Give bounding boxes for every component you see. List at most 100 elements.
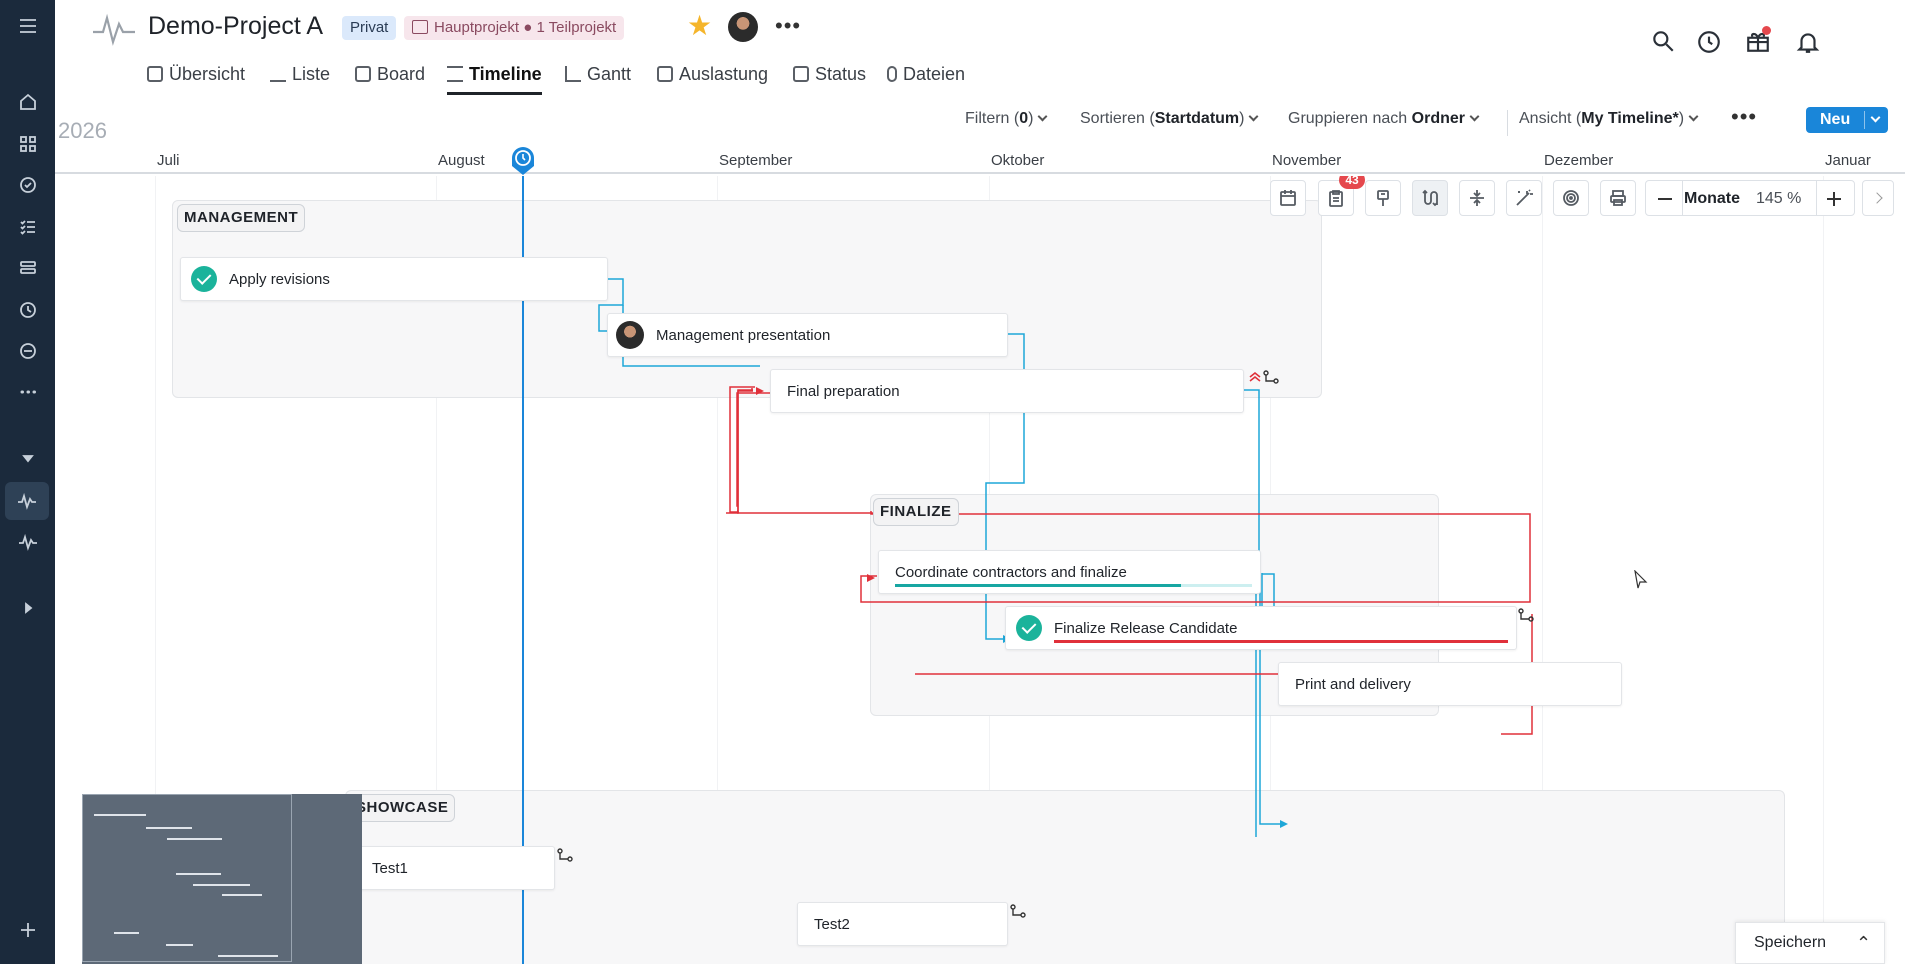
pin-button[interactable] <box>1365 180 1401 216</box>
task-test2[interactable]: Test2 <box>797 902 1008 946</box>
chevron-down-icon <box>1469 111 1480 122</box>
tab-gantt[interactable]: Gantt <box>565 56 631 92</box>
minimap-bar <box>167 838 222 840</box>
overview-icon <box>147 66 163 82</box>
print-button[interactable] <box>1600 180 1636 216</box>
completed-check-icon[interactable] <box>1016 615 1042 641</box>
project-pulse-icon[interactable] <box>14 528 42 556</box>
priority-up-icon <box>1249 371 1261 382</box>
tab-status[interactable]: Status <box>793 56 866 92</box>
project-title[interactable]: Demo-Project A <box>148 12 323 41</box>
timeline-canvas[interactable]: MANAGEMENT FINALIZE SHOWCASE Apply revis… <box>55 176 1905 964</box>
project-pulse-icon-active[interactable] <box>5 482 49 520</box>
minimap-bar <box>218 955 278 957</box>
task-finalize-release-candidate[interactable]: Finalize Release Candidate <box>1005 606 1517 650</box>
target-button[interactable] <box>1553 180 1589 216</box>
today-marker-icon[interactable] <box>510 146 536 176</box>
caret-down-icon[interactable] <box>14 444 42 472</box>
filter-dropdown[interactable]: Filtern (0) <box>965 110 1048 128</box>
dependency-link-icon[interactable] <box>1518 608 1534 622</box>
chevron-down-icon <box>1249 111 1259 122</box>
dependency-link-icon[interactable] <box>1010 904 1026 918</box>
zoom-out-icon[interactable] <box>1658 198 1672 200</box>
task-print-delivery[interactable]: Print and delivery <box>1278 662 1622 706</box>
minus-circle-icon[interactable] <box>14 337 42 365</box>
more-icon[interactable] <box>14 378 42 406</box>
collapse-button[interactable] <box>1459 180 1495 216</box>
checklist-icon[interactable] <box>14 213 42 241</box>
zoom-unit[interactable]: Monate <box>1684 190 1740 208</box>
group-dropdown[interactable]: Gruppieren nach Ordner <box>1288 110 1480 128</box>
backlog-button[interactable]: 43 <box>1318 176 1365 216</box>
chevrons-up-icon[interactable]: ⌃ <box>1856 933 1871 954</box>
tab-label: Liste <box>292 63 331 84</box>
search-icon[interactable] <box>1648 26 1678 56</box>
filter-label-end: ) <box>1028 110 1034 127</box>
calendar-button[interactable] <box>1270 180 1306 216</box>
home-icon[interactable] <box>14 88 42 116</box>
workload-icon[interactable] <box>14 254 42 282</box>
check-circle-icon[interactable] <box>14 171 42 199</box>
save-label: Speichern <box>1754 934 1827 951</box>
expand-arrow-icon[interactable] <box>14 594 42 622</box>
completed-check-icon[interactable] <box>191 266 217 292</box>
group-label-finalize[interactable]: FINALIZE <box>873 498 959 526</box>
privacy-badge[interactable]: Privat <box>342 16 397 40</box>
save-bar[interactable]: Speichern ⌃ <box>1735 922 1885 964</box>
tab-overview[interactable]: Übersicht <box>147 56 245 92</box>
notifications-bell-icon[interactable] <box>1793 27 1823 57</box>
zoom-percent[interactable]: 145 % <box>1756 190 1801 208</box>
target-icon <box>1563 190 1579 206</box>
minimap-viewport[interactable] <box>82 794 292 962</box>
tab-workload[interactable]: Auslastung <box>657 56 768 92</box>
year-label: 2026 <box>58 118 107 143</box>
history-clock-icon[interactable] <box>1694 27 1724 57</box>
new-dropdown-chevron-icon[interactable] <box>1870 112 1881 123</box>
zoom-in-icon-vertical[interactable] <box>1833 192 1835 206</box>
view-dropdown[interactable]: Ansicht (My Timeline*) <box>1519 110 1699 128</box>
tab-label: Auslastung <box>679 63 769 84</box>
add-icon[interactable] <box>14 916 42 944</box>
tab-list[interactable]: Liste <box>270 56 330 92</box>
pin-icon <box>1377 190 1389 206</box>
list-icon <box>270 66 286 82</box>
task-test1[interactable]: Test1 <box>355 846 555 890</box>
group-label-showcase[interactable]: SHOWCASE <box>349 794 456 822</box>
new-button[interactable]: Neu <box>1806 107 1888 133</box>
dependencies-toggle[interactable] <box>1412 180 1448 216</box>
toolbar-more-icon[interactable]: ••• <box>1731 104 1757 130</box>
task-label: Final preparation <box>787 382 900 400</box>
dependency-link-icon[interactable] <box>1263 370 1279 384</box>
sidebar <box>0 0 55 964</box>
task-coordinate-contractors[interactable]: Coordinate contractors and finalize <box>878 550 1261 594</box>
task-final-preparation[interactable]: Final preparation <box>770 369 1244 413</box>
tab-label: Übersicht <box>169 63 246 84</box>
task-label: Management presentation <box>656 326 831 344</box>
task-apply-revisions[interactable]: Apply revisions <box>180 257 608 301</box>
timeline-minimap[interactable] <box>82 794 362 964</box>
dependency-link-icon[interactable] <box>557 848 573 862</box>
scroll-forward-button[interactable] <box>1862 180 1894 216</box>
tab-board[interactable]: Board <box>355 56 425 92</box>
overdue-indicator <box>1054 640 1508 643</box>
magic-button[interactable] <box>1506 180 1542 216</box>
gift-icon[interactable] <box>1743 26 1773 56</box>
favorite-star-icon[interactable]: ★ <box>687 10 712 42</box>
tab-timeline[interactable]: Timeline <box>447 56 542 95</box>
group-label-management[interactable]: MANAGEMENT <box>177 204 306 232</box>
dependency-toggle-icon <box>1422 189 1438 207</box>
month-label: September <box>719 152 793 169</box>
project-owner-avatar[interactable] <box>728 12 758 42</box>
clock-icon[interactable] <box>14 296 42 324</box>
backlog-count-badge: 43 <box>1339 176 1365 189</box>
hierarchy-badge[interactable]: Hauptprojekt ● 1 Teilprojekt <box>404 16 625 40</box>
view-label-end: ) <box>1678 110 1685 127</box>
task-management-presentation[interactable]: Management presentation <box>607 313 1008 357</box>
new-button-label: Neu <box>1820 111 1851 128</box>
sort-dropdown[interactable]: Sortieren (Startdatum) <box>1080 110 1259 128</box>
project-more-icon[interactable]: ••• <box>775 12 801 40</box>
tab-files[interactable]: Dateien <box>887 56 965 92</box>
grid-icon[interactable] <box>14 130 42 158</box>
assignee-avatar[interactable] <box>616 321 644 349</box>
menu-icon[interactable] <box>14 12 42 40</box>
